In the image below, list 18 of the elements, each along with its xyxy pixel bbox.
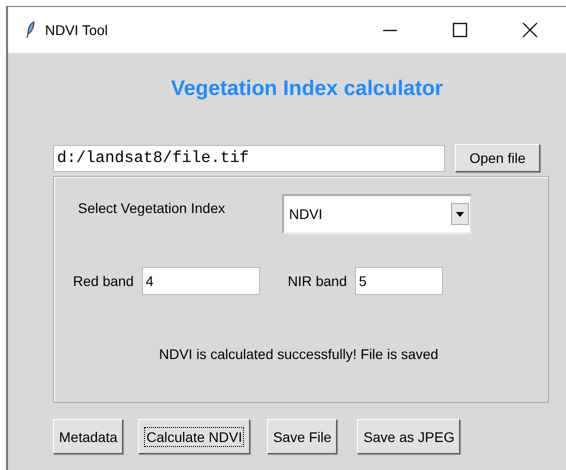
band-field[interactable]: 5: [354, 267, 443, 295]
band-label: Red band: [73, 273, 134, 289]
close-icon[interactable]: [522, 22, 538, 38]
action-button[interactable]: Calculate NDVI: [138, 419, 250, 454]
action-button[interactable]: Save as JPEG: [357, 419, 460, 454]
maximize-icon[interactable]: [452, 22, 468, 38]
app-heading: Vegetation Index calculator: [170, 76, 444, 102]
select-label: Select Vegetation Index: [78, 200, 226, 216]
window-title: NDVI Tool: [45, 22, 108, 38]
action-button[interactable]: Metadata: [53, 419, 124, 454]
action-button[interactable]: Save File: [267, 419, 338, 454]
band-field[interactable]: 4: [142, 267, 260, 295]
band-label: NIR band: [288, 273, 347, 289]
open-file-button[interactable]: Open file: [455, 144, 540, 172]
index-dropdown[interactable]: NDVI: [282, 194, 472, 234]
feather-icon: [25, 21, 35, 39]
file-path-field[interactable]: d:/landsat8/file.tif: [53, 144, 445, 172]
status-message: NDVI is calculated successfully! File is saved: [159, 346, 440, 362]
